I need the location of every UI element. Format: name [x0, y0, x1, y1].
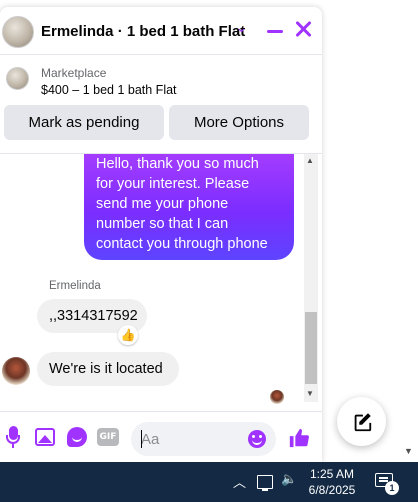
- page-scroll-down-arrow[interactable]: ▼: [404, 446, 413, 456]
- mic-icon[interactable]: [2, 426, 24, 448]
- like-icon[interactable]: [287, 426, 311, 450]
- chat-header[interactable]: Ermelinda · 1 bed 1 bath Flat ⌄: [0, 7, 322, 55]
- notification-count-badge: 1: [385, 481, 399, 495]
- mark-as-pending-button[interactable]: Mark as pending: [4, 105, 164, 140]
- message-line: send me your phone: [96, 196, 229, 212]
- sender-name: Ermelinda: [49, 280, 101, 292]
- new-message-button[interactable]: [337, 397, 386, 446]
- seen-indicator-avatar: [270, 390, 284, 404]
- chevron-down-icon[interactable]: ⌄: [236, 20, 247, 36]
- page-right-area: [322, 0, 418, 462]
- clock-date: 6/8/2025: [308, 483, 356, 497]
- compose-icon: [354, 412, 371, 431]
- text-caret: [141, 430, 142, 448]
- minimize-icon[interactable]: [267, 30, 283, 33]
- volume-icon[interactable]: 🔈: [281, 472, 297, 487]
- message-line: Hello, thank you so much: [96, 156, 259, 172]
- emoji-icon[interactable]: [248, 430, 266, 448]
- message-list[interactable]: Hello, thank you so much for your intere…: [0, 153, 322, 404]
- incoming-message[interactable]: We're is it located: [37, 352, 179, 386]
- gif-icon[interactable]: GIF: [97, 426, 119, 448]
- chat-title[interactable]: Ermelinda · 1 bed 1 bath Flat: [41, 23, 245, 40]
- contact-avatar[interactable]: [2, 16, 34, 48]
- chat-window: Ermelinda · 1 bed 1 bath Flat ⌄ Marketpl…: [0, 7, 322, 462]
- listing-title[interactable]: $400 – 1 bed 1 bath Flat: [41, 83, 177, 97]
- chevron-up-icon[interactable]: ︿: [233, 472, 246, 491]
- thumbs-up-reaction-icon[interactable]: 👍: [118, 325, 138, 345]
- more-options-button[interactable]: More Options: [169, 105, 309, 140]
- message-line: for your interest. Please: [96, 176, 250, 192]
- system-clock[interactable]: 1:25 AM 6/8/2025: [303, 466, 361, 498]
- clock-time: 1:25 AM: [309, 467, 355, 481]
- image-icon[interactable]: [34, 426, 56, 448]
- message-line: contact you through phone: [96, 236, 268, 252]
- sender-avatar[interactable]: [2, 357, 30, 385]
- listing-source: Marketplace: [41, 66, 107, 80]
- scroll-up-arrow[interactable]: ▲: [306, 156, 314, 165]
- close-icon[interactable]: [292, 18, 314, 40]
- scrollbar-thumb[interactable]: [305, 312, 317, 384]
- listing-thumbnail[interactable]: [6, 67, 29, 90]
- outgoing-message[interactable]: Hello, thank you so much for your intere…: [84, 154, 294, 260]
- scroll-down-arrow[interactable]: ▼: [306, 389, 314, 398]
- message-line: number so that I can: [96, 216, 229, 232]
- message-composer: GIF: [0, 411, 322, 462]
- sticker-icon[interactable]: [66, 426, 88, 448]
- gif-label: GIF: [97, 428, 119, 446]
- network-icon[interactable]: [257, 475, 273, 491]
